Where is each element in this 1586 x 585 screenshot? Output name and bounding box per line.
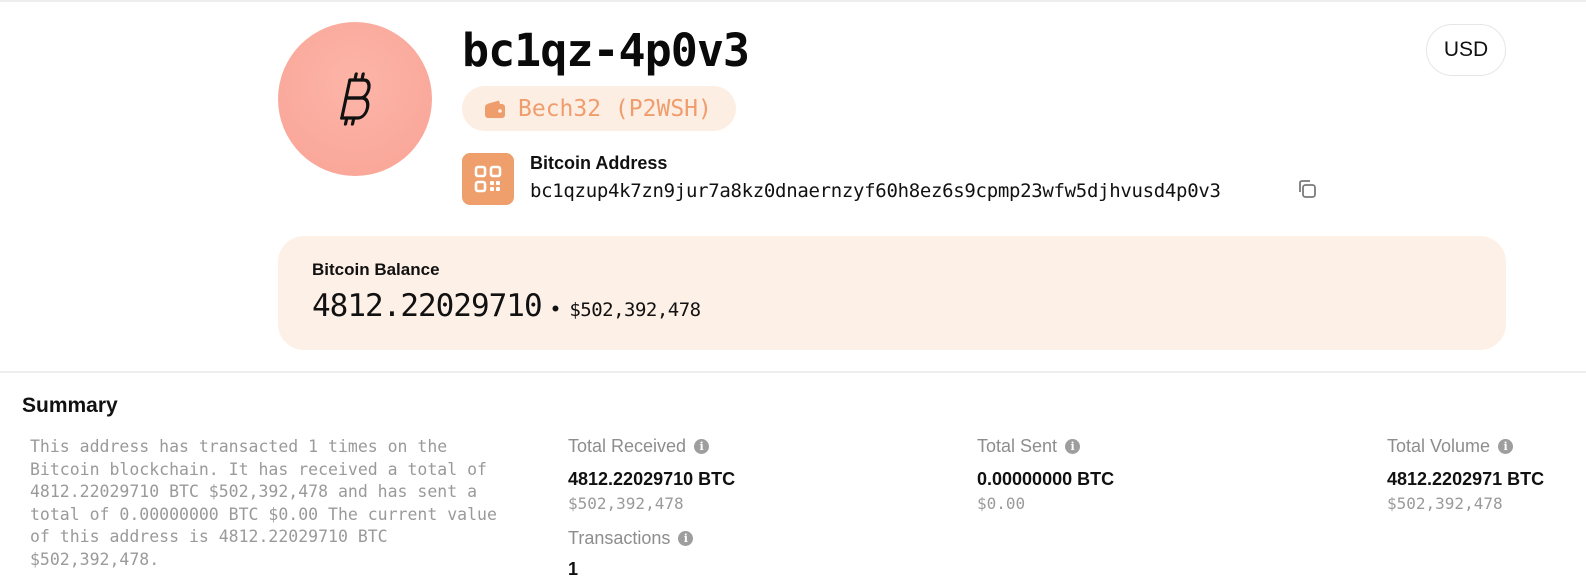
wallet-icon	[485, 100, 505, 118]
address-short-title: bc1qz-4p0v3	[462, 24, 750, 77]
stat-total-volume: Total Volume i 4812.2202971 BTC $502,392…	[1387, 436, 1544, 513]
stat-value: 0.00000000 BTC	[977, 469, 1115, 489]
stat-total-sent: Total Sent i 0.00000000 BTC $0.00	[977, 436, 1114, 513]
balance-usd: $502,392,478	[569, 299, 701, 321]
stat-value: 1	[568, 559, 579, 579]
stat-label: Total Volume	[1387, 436, 1491, 456]
info-icon[interactable]: i	[1498, 439, 1514, 454]
bitcoin-icon	[340, 72, 371, 126]
stat-transactions: Transactions i 1	[568, 528, 694, 580]
summary-description: This address has transacted 1 times on t…	[30, 437, 497, 569]
address-header: bc1qz-4p0v3 Bech32 (P2WSH) Bitcoin Addre…	[0, 0, 1586, 370]
bitcoin-avatar	[278, 22, 432, 176]
stat-total-received: Total Received i 4812.22029710 BTC $502,…	[568, 436, 735, 513]
currency-selector-button[interactable]: USD	[1426, 24, 1506, 76]
balance-separator: •	[551, 296, 560, 321]
info-icon[interactable]: i	[678, 531, 694, 546]
qr-code-button[interactable]	[462, 153, 514, 205]
info-icon[interactable]: i	[694, 439, 710, 454]
balance-label: Bitcoin Balance	[312, 260, 440, 279]
info-icon[interactable]: i	[1065, 439, 1081, 454]
stat-sub-value: $502,392,478	[1387, 494, 1503, 513]
stat-label: Total Sent	[977, 436, 1058, 456]
summary-title: Summary	[22, 394, 118, 417]
copy-icon[interactable]	[1296, 178, 1318, 200]
section-divider	[0, 371, 1586, 373]
stat-label: Transactions	[568, 528, 671, 548]
stat-value: 4812.2202971 BTC	[1387, 469, 1545, 489]
balance-card: Bitcoin Balance 4812.22029710 • $502,392…	[278, 236, 1506, 350]
address-type-label: Bech32 (P2WSH)	[518, 95, 712, 122]
stat-value: 4812.22029710 BTC	[568, 469, 736, 489]
stat-sub-value: $0.00	[977, 494, 1026, 513]
balance-row: 4812.22029710 • $502,392,478	[312, 288, 701, 324]
stat-label: Total Received	[568, 436, 687, 456]
qr-code-icon	[474, 165, 502, 193]
address-label: Bitcoin Address	[530, 153, 668, 173]
balance-btc: 4812.22029710	[312, 288, 543, 324]
stat-sub-value: $502,392,478	[568, 494, 684, 513]
full-address[interactable]: bc1qzup4k7zn9jur7a8kz0dnaernzyf60h8ez6s9…	[530, 180, 1221, 202]
address-type-badge: Bech32 (P2WSH)	[462, 86, 736, 131]
